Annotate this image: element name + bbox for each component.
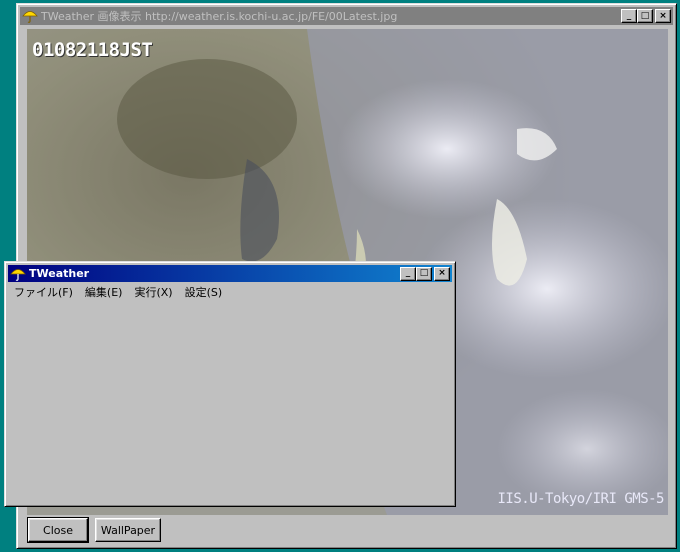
menu-file[interactable]: ファイル(F) [8,284,79,300]
viewer-titlebar[interactable]: TWeather 画像表示 http://weather.is.kochi-u.… [20,7,673,25]
close-button[interactable]: Close [27,517,89,543]
menu-edit[interactable]: 編集(E) [79,284,129,300]
menu-bar: ファイル(F) 編集(E) 実行(X) 設定(S) [8,283,228,301]
maximize-button[interactable]: □ [637,9,653,23]
minimize-button[interactable]: _ [621,9,637,23]
image-timestamp: 01082118JST [32,39,153,61]
tweather-content: ファイル(F) 編集(E) 実行(X) 設定(S) [4,261,456,507]
image-credit: IIS.U-Tokyo/IRI GMS-5 [497,491,664,507]
menu-settings[interactable]: 設定(S) [179,284,229,300]
close-window-button[interactable]: × [655,9,671,23]
wallpaper-button[interactable]: WallPaper [95,518,161,542]
umbrella-icon [22,11,38,23]
menu-run[interactable]: 実行(X) [128,284,178,300]
viewer-title: TWeather 画像表示 http://weather.is.kochi-u.… [41,10,398,23]
